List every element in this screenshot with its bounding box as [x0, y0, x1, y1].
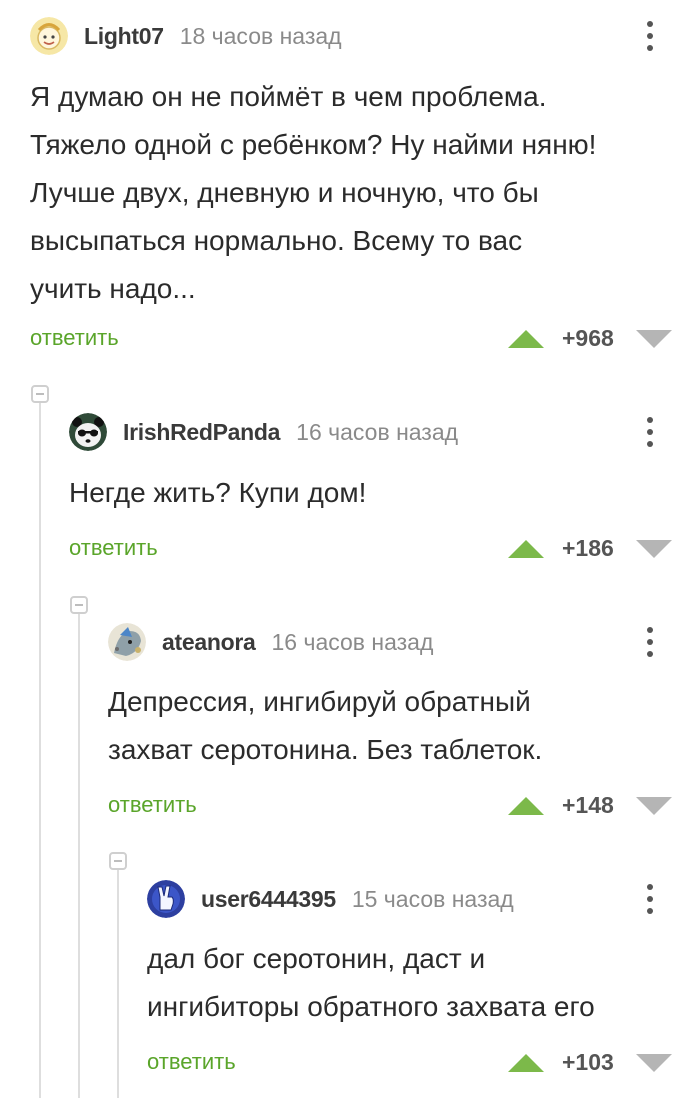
username[interactable]: user6444395 — [201, 886, 336, 913]
cartoon-face-avatar[interactable] — [30, 17, 68, 55]
thread-line-level-2 — [78, 612, 80, 1098]
upvote-arrow-icon[interactable] — [508, 1054, 544, 1072]
more-vertical-icon[interactable] — [640, 879, 660, 919]
collapse-thread-button[interactable] — [31, 385, 49, 403]
timestamp: 15 часов назад — [351, 885, 514, 912]
peace-hand-avatar[interactable] — [147, 880, 185, 918]
collapse-thread-button[interactable] — [70, 596, 88, 614]
rating-score: +103 — [562, 1049, 614, 1075]
collapse-thread-button[interactable] — [109, 852, 127, 870]
comment-text: дал бог серотонин, даст и ингибиторы обр… — [147, 943, 595, 1022]
character-avatar[interactable] — [108, 623, 146, 661]
thread-line-level-1 — [39, 400, 41, 1098]
comment-header: user6444395 15 часов назад — [147, 879, 514, 919]
comment: user6444395 15 часов назад дал бог серот… — [147, 0, 700, 1098]
reply-button[interactable]: ответить — [147, 1049, 236, 1075]
downvote-arrow-icon[interactable] — [636, 1054, 672, 1072]
thread-line-level-3 — [117, 868, 119, 1098]
panda-avatar[interactable] — [69, 413, 107, 451]
